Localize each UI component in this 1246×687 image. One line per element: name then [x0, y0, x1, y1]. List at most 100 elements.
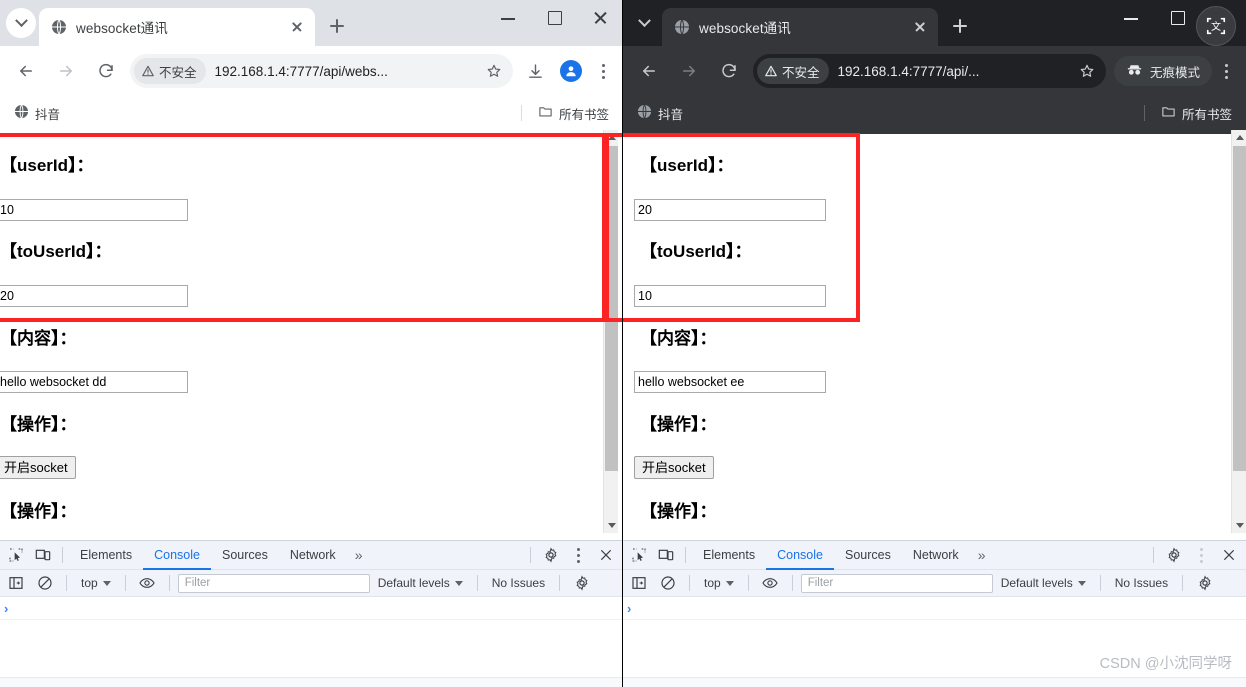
devtools-tab-network[interactable]: Network — [902, 541, 970, 570]
divider — [476, 575, 478, 591]
userid-input[interactable]: 10 — [0, 199, 188, 221]
console-sidebar-icon[interactable] — [2, 570, 29, 597]
maximize-button[interactable] — [531, 0, 577, 32]
touserid-label: 【toUserId】： — [640, 242, 752, 261]
touserid-input[interactable]: 10 — [634, 285, 826, 307]
not-secure-badge[interactable]: 不安全 — [757, 58, 829, 84]
scrollbar-thumb[interactable] — [605, 146, 618, 471]
devtools-tab-network[interactable]: Network — [279, 541, 347, 570]
console-issues-label[interactable]: No Issues — [1109, 576, 1174, 590]
page-scrollbar-left[interactable] — [603, 130, 618, 533]
devtools-more-tabs-icon[interactable]: » — [347, 547, 371, 563]
gear-icon[interactable] — [1160, 542, 1187, 569]
all-bookmarks-label: 所有书签 — [1181, 107, 1232, 122]
console-settings-gear-icon[interactable] — [1191, 570, 1218, 597]
incognito-badge[interactable]: 无痕模式 — [1113, 56, 1212, 86]
back-arrow-icon[interactable] — [9, 54, 43, 88]
open-socket-button[interactable]: 开启socket — [0, 456, 76, 479]
bookmark-item-douyin[interactable]: 抖音 — [8, 101, 66, 125]
new-tab-button[interactable] — [946, 12, 974, 40]
reload-icon[interactable] — [712, 54, 746, 88]
scroll-up-arrow-icon[interactable] — [1232, 130, 1246, 145]
console-level-selector[interactable]: Default levels — [995, 576, 1092, 590]
console-filter-input[interactable]: Filter — [177, 573, 370, 593]
scrollbar-thumb[interactable] — [1233, 146, 1246, 471]
devtools-kebab-menu-icon[interactable] — [564, 539, 592, 571]
gear-icon[interactable] — [537, 542, 564, 569]
inspect-element-icon[interactable] — [2, 542, 29, 569]
url-text: 192.168.1.4:7777/api/... — [837, 63, 980, 79]
forward-arrow-icon[interactable] — [672, 54, 706, 88]
tab-search-button[interactable] — [6, 8, 36, 38]
open-socket-button[interactable]: 开启socket — [634, 456, 714, 479]
userid-input[interactable]: 20 — [634, 199, 826, 221]
scroll-down-arrow-icon[interactable] — [604, 518, 619, 533]
devtools-tab-elements[interactable]: Elements — [692, 541, 766, 570]
console-issues-label[interactable]: No Issues — [486, 576, 551, 590]
download-icon[interactable] — [519, 55, 551, 87]
console-sidebar-icon[interactable] — [625, 570, 652, 597]
new-tab-button[interactable] — [323, 12, 351, 40]
devtools-tab-sources[interactable]: Sources — [211, 541, 279, 570]
inspect-element-icon[interactable] — [625, 542, 652, 569]
kebab-menu-icon[interactable] — [1212, 55, 1240, 87]
avatar[interactable] — [555, 55, 587, 87]
forward-arrow-icon[interactable] — [49, 54, 83, 88]
minimize-button[interactable] — [1108, 0, 1154, 32]
clear-console-icon[interactable] — [654, 570, 681, 597]
translate-capture-icon[interactable]: 文 — [1196, 6, 1236, 46]
devtools-kebab-menu-icon[interactable] — [1187, 539, 1215, 571]
divider — [168, 575, 170, 591]
console-output-right[interactable]: › — [623, 598, 1246, 687]
kebab-menu-icon[interactable] — [589, 55, 617, 87]
devtools-tab-elements[interactable]: Elements — [69, 541, 143, 570]
devtools-close-icon[interactable] — [592, 542, 619, 569]
page-scrollbar-right[interactable] — [1231, 130, 1246, 533]
device-toolbar-icon[interactable] — [29, 542, 56, 569]
console-prompt-row[interactable]: › — [0, 598, 623, 620]
browser-tab-left[interactable]: websocket通讯 — [39, 8, 315, 46]
maximize-button[interactable] — [1154, 0, 1200, 32]
live-expression-eye-icon[interactable] — [757, 570, 784, 597]
minimize-button[interactable] — [485, 0, 531, 32]
console-prompt-chevron-icon: › — [4, 601, 9, 616]
tab-title-label: websocket通讯 — [699, 21, 791, 36]
content-input[interactable]: hello websocket ee — [634, 371, 826, 393]
console-filter-input[interactable]: Filter — [800, 573, 993, 593]
console-output-left[interactable]: › — [0, 598, 623, 687]
window-close-button[interactable] — [577, 0, 623, 32]
console-context-selector[interactable]: top — [75, 576, 117, 590]
console-prompt-row[interactable]: › — [623, 598, 1246, 620]
tab-search-button[interactable] — [629, 8, 659, 38]
all-bookmarks-button[interactable]: 所有书签 — [532, 101, 615, 125]
device-toolbar-icon[interactable] — [652, 542, 679, 569]
chevron-down-icon — [454, 580, 463, 586]
devtools-tab-console[interactable]: Console — [143, 541, 211, 570]
all-bookmarks-button[interactable]: 所有书签 — [1155, 101, 1238, 125]
scroll-down-arrow-icon[interactable] — [1232, 518, 1246, 533]
content-input[interactable]: hello websocket dd — [0, 371, 188, 393]
star-icon[interactable] — [1074, 58, 1100, 84]
address-bar-left[interactable]: 不安全 192.168.1.4:7777/api/webs... — [130, 54, 513, 88]
not-secure-badge[interactable]: 不安全 — [134, 58, 206, 84]
console-level-selector[interactable]: Default levels — [372, 576, 469, 590]
console-settings-gear-icon[interactable] — [568, 570, 595, 597]
back-arrow-icon[interactable] — [632, 54, 666, 88]
devtools-tab-console[interactable]: Console — [766, 541, 834, 570]
browser-tab-right[interactable]: websocket通讯 — [662, 8, 938, 46]
reload-icon[interactable] — [89, 54, 123, 88]
touserid-input[interactable]: 20 — [0, 285, 188, 307]
devtools-more-tabs-icon[interactable]: » — [970, 547, 994, 563]
clear-console-icon[interactable] — [31, 570, 58, 597]
bookmark-item-douyin[interactable]: 抖音 — [631, 101, 689, 125]
scroll-up-arrow-icon[interactable] — [604, 130, 619, 145]
devtools-tab-sources[interactable]: Sources — [834, 541, 902, 570]
live-expression-eye-icon[interactable] — [134, 570, 161, 597]
close-icon[interactable] — [287, 17, 307, 37]
address-bar-right[interactable]: 不安全 192.168.1.4:7777/api/... — [753, 54, 1106, 88]
close-icon[interactable] — [910, 17, 930, 37]
chevron-down-icon — [14, 13, 28, 27]
console-context-selector[interactable]: top — [698, 576, 740, 590]
devtools-close-icon[interactable] — [1215, 542, 1242, 569]
star-icon[interactable] — [481, 58, 507, 84]
